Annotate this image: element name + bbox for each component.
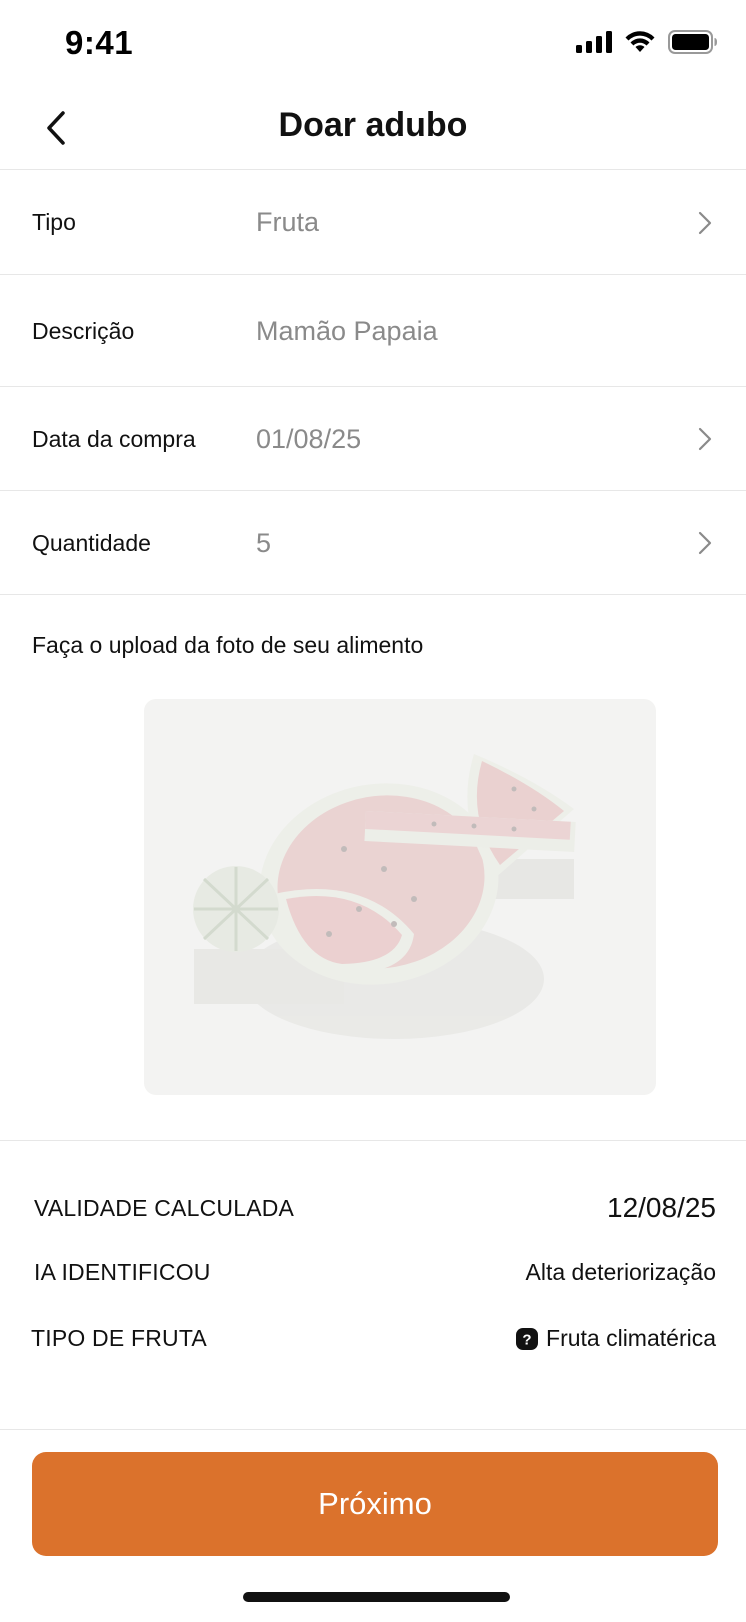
validade-label: VALIDADE CALCULADA: [34, 1195, 295, 1221]
data-compra-row[interactable]: Data da compra 01/08/25: [0, 388, 746, 491]
watermelon-photo: [193, 754, 576, 1039]
status-icons: [576, 30, 718, 54]
cellular-signal-icon: [576, 31, 612, 53]
data-compra-label: Data da compra: [32, 425, 196, 452]
chevron-right-icon: [694, 426, 716, 452]
navigation-bar: Doar adubo: [0, 88, 746, 170]
validade-value: 12/08/25: [607, 1192, 716, 1223]
descricao-label: Descrição: [32, 317, 135, 344]
tipo-fruta-text: Fruta climatérica: [546, 1325, 716, 1351]
status-time: 9:41: [65, 24, 134, 61]
home-indicator: [243, 1592, 510, 1602]
chevron-right-icon: [694, 210, 716, 236]
ia-value: Alta deteriorização: [525, 1259, 717, 1285]
status-bar: 9:41: [0, 0, 746, 88]
descricao-input[interactable]: Mamão Papaia: [256, 316, 438, 347]
battery-icon: [668, 30, 717, 54]
data-compra-value: 01/08/25: [256, 423, 362, 454]
upload-label: Faça o upload da foto de seu alimento: [32, 632, 424, 658]
quantidade-label: Quantidade: [32, 529, 151, 556]
ia-label: IA IDENTIFICOU: [34, 1259, 211, 1285]
svg-text:?: ?: [522, 1331, 531, 1348]
chevron-right-icon: [694, 530, 716, 556]
quantidade-row[interactable]: Quantidade 5: [0, 492, 746, 595]
quantidade-value: 5: [256, 527, 272, 558]
tipo-row[interactable]: Tipo Fruta: [0, 171, 746, 275]
help-icon[interactable]: ?: [516, 1327, 539, 1350]
tipo-fruta-label: TIPO DE FRUTA: [31, 1325, 207, 1351]
summary-section: VALIDADE CALCULADA 12/08/25 IA IDENTIFIC…: [0, 1142, 746, 1430]
tipo-fruta-value: ? Fruta climatérica: [516, 1325, 716, 1352]
wifi-icon: [625, 31, 655, 52]
tipo-fruta-row: TIPO DE FRUTA ? Fruta climatérica: [0, 1318, 746, 1358]
descricao-row[interactable]: Descrição Mamão Papaia: [0, 276, 746, 387]
tipo-value: Fruta: [256, 207, 320, 237]
validade-row: VALIDADE CALCULADA 12/08/25: [0, 1187, 746, 1227]
next-button[interactable]: Próximo: [32, 1452, 718, 1556]
photo-upload-area[interactable]: [144, 699, 656, 1095]
page-title: Doar adubo: [278, 106, 468, 144]
ia-row: IA IDENTIFICOU Alta deteriorização: [0, 1252, 746, 1292]
upload-section: Faça o upload da foto de seu alimento: [0, 596, 746, 1141]
tipo-label: Tipo: [32, 209, 76, 235]
